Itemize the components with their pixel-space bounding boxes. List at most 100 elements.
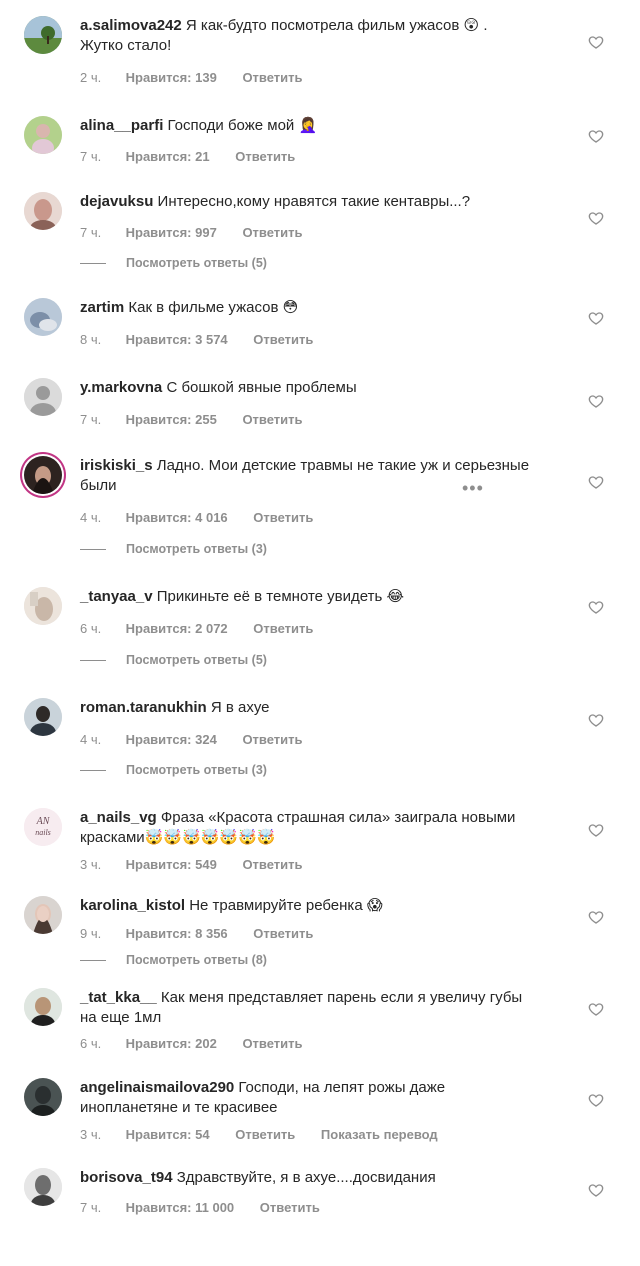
comment-meta: 7 ч. Нравится: 11 000 Ответить (80, 1200, 342, 1215)
reply-button[interactable]: Ответить (253, 510, 313, 525)
story-ring-avatar-icon (24, 456, 62, 494)
avatar[interactable] (24, 1078, 62, 1116)
likes-count[interactable]: Нравится: 202 (126, 1036, 217, 1051)
photo-avatar-icon (24, 698, 62, 736)
reply-button[interactable]: Ответить (242, 732, 302, 747)
divider-line (80, 960, 106, 962)
comment-text: Господи боже мой 🤦‍♀️ (167, 117, 318, 134)
username[interactable]: karolina_kistol (80, 897, 185, 914)
heart-icon[interactable] (588, 310, 604, 326)
username[interactable]: y.markovna (80, 379, 162, 396)
avatar[interactable] (24, 698, 62, 736)
avatar[interactable] (24, 988, 62, 1026)
heart-icon[interactable] (588, 822, 604, 838)
timestamp: 6 ч. (80, 1036, 102, 1051)
likes-count[interactable]: Нравится: 324 (126, 732, 217, 747)
username[interactable]: zartim (80, 299, 124, 316)
comment-body: borisova_t94 Здравствуйте, я в ахуе....д… (80, 1168, 530, 1188)
username[interactable]: _tat_kka__ (80, 989, 157, 1006)
comment-body: dejavuksu Интересно,кому нравятся такие … (80, 192, 530, 212)
likes-count[interactable]: Нравится: 54 (126, 1127, 210, 1142)
avatar[interactable] (24, 587, 62, 625)
username[interactable]: dejavuksu (80, 193, 153, 210)
reply-button[interactable]: Ответить (235, 149, 295, 164)
reply-button[interactable]: Ответить (242, 70, 302, 85)
likes-count[interactable]: Нравится: 21 (126, 149, 210, 164)
reply-button[interactable]: Ответить (260, 1200, 320, 1215)
avatar[interactable] (24, 896, 62, 934)
view-replies-label: Посмотреть ответы (3) (126, 763, 267, 777)
comment-text: С бошкой явные проблемы (166, 379, 357, 396)
heart-icon[interactable] (588, 1182, 604, 1198)
avatar[interactable] (24, 298, 62, 336)
comment-body: _tat_kka__ Как меня представляет парень … (80, 988, 530, 1028)
avatar[interactable] (24, 192, 62, 230)
heart-icon[interactable] (588, 909, 604, 925)
view-replies-button[interactable]: Посмотреть ответы (3) (80, 542, 267, 556)
photo-avatar-icon (24, 298, 62, 336)
view-replies-button[interactable]: Посмотреть ответы (5) (80, 256, 267, 270)
likes-count[interactable]: Нравится: 2 072 (126, 621, 228, 636)
heart-icon[interactable] (588, 1092, 604, 1108)
username[interactable]: roman.taranukhin (80, 699, 207, 716)
timestamp: 7 ч. (80, 225, 102, 240)
view-replies-button[interactable]: Посмотреть ответы (5) (80, 653, 267, 667)
timestamp: 8 ч. (80, 332, 102, 347)
username[interactable]: a_nails_vg (80, 809, 157, 826)
reply-button[interactable]: Ответить (242, 857, 302, 872)
photo-avatar-icon (24, 116, 62, 154)
divider-line (80, 770, 106, 772)
comment-meta: 7 ч. Нравится: 255 Ответить (80, 412, 325, 427)
avatar[interactable]: AN nails (24, 808, 62, 846)
heart-icon[interactable] (588, 1001, 604, 1017)
likes-count[interactable]: Нравится: 549 (126, 857, 217, 872)
username[interactable]: alina__parfi (80, 117, 163, 134)
heart-icon[interactable] (588, 712, 604, 728)
avatar[interactable] (24, 378, 62, 416)
heart-icon[interactable] (588, 210, 604, 226)
likes-count[interactable]: Нравится: 8 356 (126, 926, 228, 941)
comment-text: Как в фильме ужасов 😳 (128, 299, 299, 316)
reply-button[interactable]: Ответить (253, 332, 313, 347)
likes-count[interactable]: Нравится: 997 (126, 225, 217, 240)
photo-avatar-icon (24, 587, 62, 625)
reply-button[interactable]: Ответить (235, 1127, 295, 1142)
likes-count[interactable]: Нравится: 255 (126, 412, 217, 427)
username[interactable]: borisova_t94 (80, 1169, 173, 1186)
view-replies-button[interactable]: Посмотреть ответы (8) (80, 953, 267, 967)
comment-body: a_nails_vg Фраза «Красота страшная сила»… (80, 808, 530, 848)
likes-count[interactable]: Нравится: 11 000 (126, 1200, 235, 1215)
comment-text: Я в ахуе (210, 699, 270, 716)
view-replies-label: Посмотреть ответы (8) (126, 953, 267, 967)
divider-line (80, 549, 106, 551)
comment-body: alina__parfi Господи боже мой 🤦‍♀️ (80, 116, 530, 136)
heart-icon[interactable] (588, 34, 604, 50)
view-replies-button[interactable]: Посмотреть ответы (3) (80, 763, 267, 777)
svg-text:AN: AN (36, 816, 51, 827)
comment-meta: 4 ч. Нравится: 324 Ответить (80, 732, 325, 747)
reply-button[interactable]: Ответить (242, 225, 302, 240)
more-options-icon[interactable]: ••• (462, 478, 484, 499)
likes-count[interactable]: Нравится: 3 574 (126, 332, 228, 347)
avatar[interactable] (24, 16, 62, 54)
reply-button[interactable]: Ответить (242, 1036, 302, 1051)
username[interactable]: a.salimova242 (80, 17, 182, 34)
comment-body: angelinaismailova290 Господи, на лепят р… (80, 1078, 530, 1118)
reply-button[interactable]: Ответить (242, 412, 302, 427)
heart-icon[interactable] (588, 599, 604, 615)
heart-icon[interactable] (588, 393, 604, 409)
comment-meta: 7 ч. Нравится: 21 Ответить (80, 149, 317, 164)
avatar[interactable] (24, 1168, 62, 1206)
likes-count[interactable]: Нравится: 4 016 (126, 510, 228, 525)
username[interactable]: iriskiski_s (80, 457, 153, 474)
avatar[interactable] (24, 116, 62, 154)
reply-button[interactable]: Ответить (253, 926, 313, 941)
username[interactable]: _tanyaa_v (80, 588, 153, 605)
translate-button[interactable]: Показать перевод (321, 1127, 438, 1142)
heart-icon[interactable] (588, 474, 604, 490)
reply-button[interactable]: Ответить (253, 621, 313, 636)
heart-icon[interactable] (588, 128, 604, 144)
likes-count[interactable]: Нравится: 139 (126, 70, 217, 85)
username[interactable]: angelinaismailova290 (80, 1079, 234, 1096)
avatar[interactable] (24, 456, 62, 494)
